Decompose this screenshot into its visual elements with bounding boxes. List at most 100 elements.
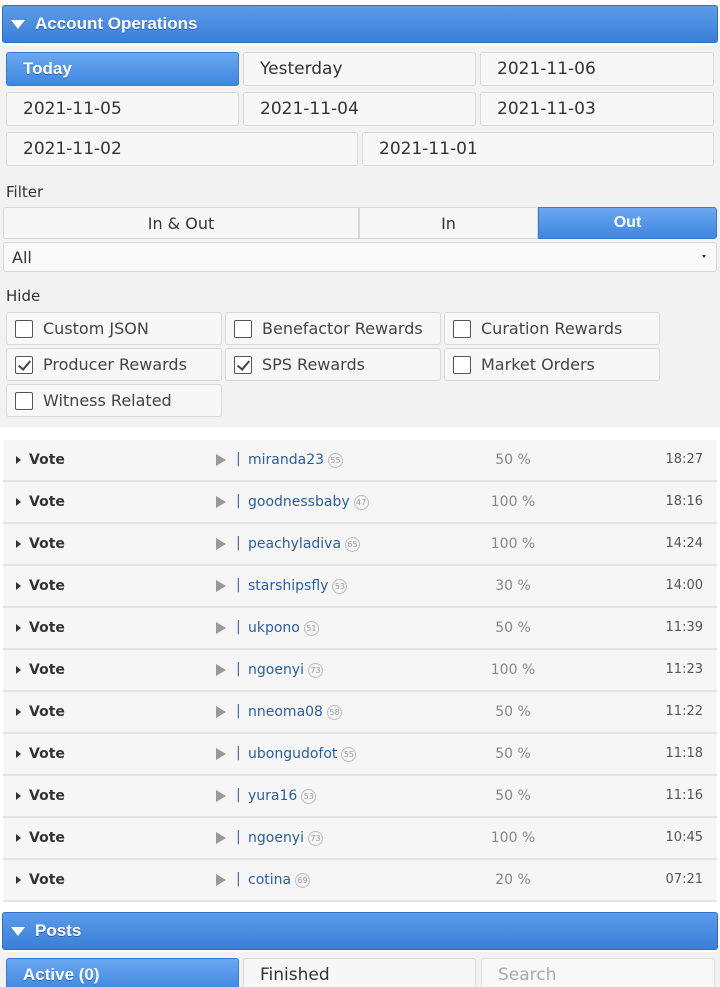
expand-arrow-icon[interactable] xyxy=(16,708,21,716)
play-icon[interactable] xyxy=(216,664,226,676)
operation-row[interactable]: Vote | ukpono 51 50 % 11:39 xyxy=(3,608,717,650)
voter-username[interactable]: nneoma08 58 xyxy=(248,704,342,720)
play-icon[interactable] xyxy=(216,496,226,508)
play-icon[interactable] xyxy=(216,874,226,886)
operation-type: Vote xyxy=(29,746,65,762)
vote-weight: 20 % xyxy=(495,872,531,888)
operation-time: 11:39 xyxy=(665,620,703,635)
play-icon[interactable] xyxy=(216,580,226,592)
checkbox-label: Custom JSON xyxy=(43,319,149,338)
filter-in[interactable]: In xyxy=(359,207,538,239)
checkbox-label: Benefactor Rewards xyxy=(262,319,423,338)
posts-search-input[interactable]: Search xyxy=(481,958,715,987)
vote-weight: 100 % xyxy=(490,830,536,846)
operation-row[interactable]: Vote | ngoenyi 73 100 % 11:23 xyxy=(3,650,717,692)
operation-time: 11:16 xyxy=(665,788,703,803)
section-title: Account Operations xyxy=(35,14,198,33)
hide-market-orders[interactable]: Market Orders xyxy=(444,348,660,381)
voter-username[interactable]: miranda23 55 xyxy=(248,452,344,468)
checkbox-label: Curation Rewards xyxy=(481,319,623,338)
reputation-badge: 69 xyxy=(295,873,311,888)
hide-producer-rewards[interactable]: Producer Rewards xyxy=(6,348,222,381)
expand-arrow-icon[interactable] xyxy=(16,792,21,800)
voter-username[interactable]: starshipsfly 53 xyxy=(248,578,348,594)
date-tab-2021-11-05[interactable]: 2021-11-05 xyxy=(6,92,239,126)
operation-row[interactable]: Vote | ubongudofot 55 50 % 11:18 xyxy=(3,734,717,776)
reputation-badge: 51 xyxy=(303,621,319,636)
play-icon[interactable] xyxy=(216,748,226,760)
expand-arrow-icon[interactable] xyxy=(16,540,21,548)
reputation-badge: 53 xyxy=(332,579,348,594)
checkbox-icon[interactable] xyxy=(453,355,471,374)
filter-in-out[interactable]: In & Out xyxy=(3,207,359,239)
expand-arrow-icon[interactable] xyxy=(16,582,21,590)
operation-time: 18:27 xyxy=(665,452,703,467)
date-tab-2021-11-01[interactable]: 2021-11-01 xyxy=(362,132,714,166)
hide-custom-json[interactable]: Custom JSON xyxy=(6,312,222,345)
play-icon[interactable] xyxy=(216,538,226,550)
voter-username[interactable]: ngoenyi 73 xyxy=(248,830,323,846)
hide-witness-related[interactable]: Witness Related xyxy=(6,384,222,417)
checkbox-icon[interactable] xyxy=(15,319,33,338)
expand-arrow-icon[interactable] xyxy=(16,666,21,674)
reputation-badge: 58 xyxy=(326,705,342,720)
separator: | xyxy=(236,451,241,467)
collapse-triangle-icon xyxy=(11,926,25,936)
date-tab-2021-11-04[interactable]: 2021-11-04 xyxy=(243,92,476,126)
posts-tab-active[interactable]: Active (0) xyxy=(6,958,239,987)
posts-header[interactable]: Posts xyxy=(2,912,718,950)
operation-type-select[interactable]: All xyxy=(3,242,717,272)
hide-benefactor-rewards[interactable]: Benefactor Rewards xyxy=(225,312,441,345)
voter-username[interactable]: ukpono 51 xyxy=(248,620,319,636)
separator: | xyxy=(236,493,241,509)
date-tab-today[interactable]: Today xyxy=(6,52,239,86)
filter-label: Filter xyxy=(6,183,44,201)
operation-row[interactable]: Vote | yura16 53 50 % 11:16 xyxy=(3,776,717,818)
expand-arrow-icon[interactable] xyxy=(16,834,21,842)
operation-row[interactable]: Vote | peachyladiva 65 100 % 14:24 xyxy=(3,524,717,566)
expand-arrow-icon[interactable] xyxy=(16,624,21,632)
operation-time: 11:23 xyxy=(665,662,703,677)
hide-curation-rewards[interactable]: Curation Rewards xyxy=(444,312,660,345)
expand-arrow-icon[interactable] xyxy=(16,750,21,758)
checkbox-icon[interactable] xyxy=(234,319,252,338)
separator: | xyxy=(236,577,241,593)
operation-row[interactable]: Vote | nneoma08 58 50 % 11:22 xyxy=(3,692,717,734)
operation-row[interactable]: Vote | ngoenyi 73 100 % 10:45 xyxy=(3,818,717,860)
operation-row[interactable]: Vote | starshipsfly 53 30 % 14:00 xyxy=(3,566,717,608)
separator: | xyxy=(236,787,241,803)
voter-username[interactable]: cotina 69 xyxy=(248,872,311,888)
account-operations-header[interactable]: Account Operations xyxy=(2,5,718,43)
voter-username[interactable]: peachyladiva 65 xyxy=(248,536,361,552)
checkbox-icon[interactable] xyxy=(15,391,33,410)
hide-sps-rewards[interactable]: SPS Rewards xyxy=(225,348,441,381)
operation-row[interactable]: Vote | goodnessbaby 47 100 % 18:16 xyxy=(3,482,717,524)
filter-out[interactable]: Out xyxy=(538,207,717,239)
play-icon[interactable] xyxy=(216,706,226,718)
play-icon[interactable] xyxy=(216,454,226,466)
separator: | xyxy=(236,535,241,551)
operation-type: Vote xyxy=(29,704,65,720)
date-tab-2021-11-03[interactable]: 2021-11-03 xyxy=(480,92,714,126)
checkbox-checked-icon[interactable] xyxy=(234,355,252,374)
separator: | xyxy=(236,829,241,845)
date-tab-2021-11-06[interactable]: 2021-11-06 xyxy=(480,52,714,86)
play-icon[interactable] xyxy=(216,832,226,844)
checkbox-checked-icon[interactable] xyxy=(15,355,33,374)
operation-row[interactable]: Vote | miranda23 55 50 % 18:27 xyxy=(3,440,717,482)
date-tab-2021-11-02[interactable]: 2021-11-02 xyxy=(6,132,358,166)
voter-username[interactable]: yura16 53 xyxy=(248,788,317,804)
play-icon[interactable] xyxy=(216,622,226,634)
checkbox-icon[interactable] xyxy=(453,319,471,338)
select-caret-icon xyxy=(702,255,706,258)
date-tab-yesterday[interactable]: Yesterday xyxy=(243,52,476,86)
play-icon[interactable] xyxy=(216,790,226,802)
voter-username[interactable]: goodnessbaby 47 xyxy=(248,494,369,510)
posts-tab-finished[interactable]: Finished xyxy=(243,958,476,987)
expand-arrow-icon[interactable] xyxy=(16,498,21,506)
expand-arrow-icon[interactable] xyxy=(16,876,21,884)
expand-arrow-icon[interactable] xyxy=(16,456,21,464)
voter-username[interactable]: ubongudofot 55 xyxy=(248,746,357,762)
operation-row[interactable]: Vote | cotina 69 20 % 07:21 xyxy=(3,860,717,902)
voter-username[interactable]: ngoenyi 73 xyxy=(248,662,323,678)
